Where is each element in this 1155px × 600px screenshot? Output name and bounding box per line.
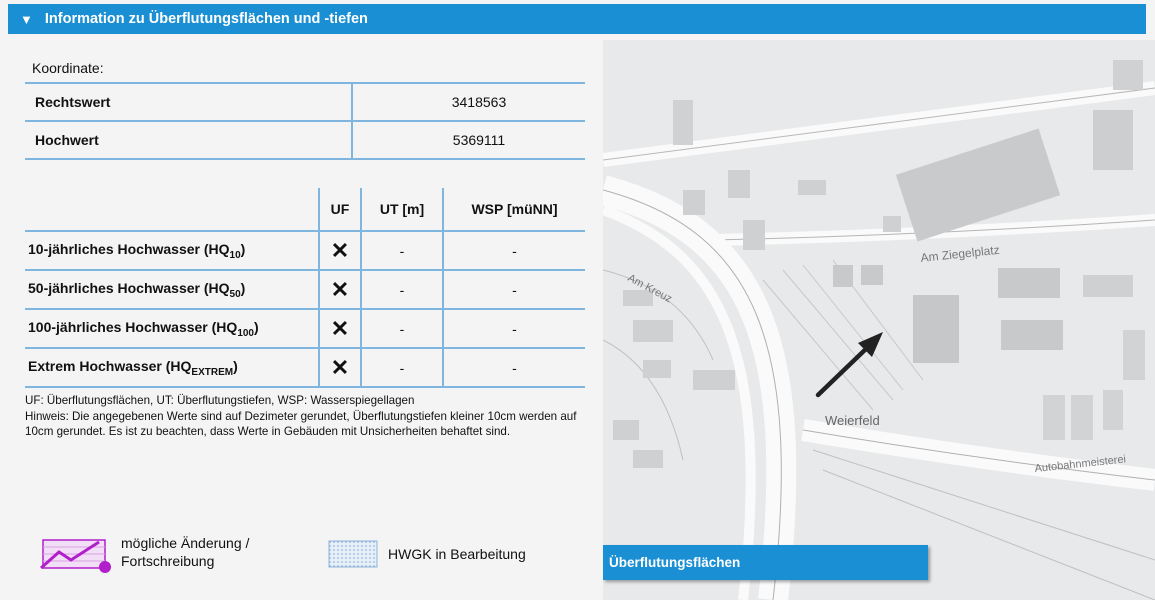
row-label-text: 100-jährliches Hochwasser (HQ [28, 318, 238, 335]
coordinate-table: Rechtswert 3418563 Hochwert 5369111 [25, 82, 585, 160]
row-label-sub: 50 [229, 288, 241, 300]
row-label-suffix: ) [240, 240, 246, 257]
map-label-weierfeld: Weierfeld [825, 413, 880, 428]
table-row: 100-jährliches Hochwasser (HQ100) ✕ - - [25, 308, 585, 348]
legend-change: mögliche Änderung / Fortschreibung [39, 530, 249, 574]
uf-cell: ✕ [318, 347, 361, 388]
header-wsp: WSP [müNN] [442, 188, 585, 231]
hwgk-legend-icon [328, 540, 378, 568]
row-label: 100-jährliches Hochwasser (HQ100) [25, 308, 319, 348]
table-row: Rechtswert 3418563 [25, 82, 585, 121]
header-uf: UF [318, 188, 361, 231]
uf-cell: ✕ [318, 308, 361, 348]
section-header[interactable]: ▼ Information zu Überflutungsflächen und… [8, 4, 1146, 34]
abbreviation-legend: UF: Überflutungsflächen, UT: Überflutung… [25, 394, 415, 407]
ut-cell: - [360, 230, 443, 270]
ut-cell: - [360, 347, 443, 388]
x-mark-icon: ✕ [330, 276, 350, 302]
row-label: Extrem Hochwasser (HQEXTREM) [25, 347, 319, 388]
row-label: 50-jährliches Hochwasser (HQ50) [25, 269, 319, 309]
row-label-sub: 10 [229, 249, 241, 261]
rounding-hint: Hinweis: Die angegebenen Werte sind auf … [25, 409, 577, 439]
rechtswert-value: 3418563 [352, 82, 585, 121]
x-mark-icon: ✕ [330, 315, 350, 341]
row-label-text: 50-jährliches Hochwasser (HQ [28, 279, 230, 296]
flood-table: UF UT [m] WSP [müNN] 10-jährliches Hochw… [25, 188, 585, 388]
hwgk-legend-label: HWGK in Bearbeitung [388, 546, 526, 562]
row-label-text: Extrem Hochwasser (HQ [28, 357, 192, 374]
uf-cell: ✕ [318, 269, 361, 309]
map-view[interactable]: Am Ziegelplatz Am Kreuz Weierfeld Autoba… [603, 40, 1155, 600]
table-header-empty [25, 188, 319, 231]
change-legend-label: mögliche Änderung / Fortschreibung [121, 534, 249, 570]
wsp-cell: - [442, 269, 585, 309]
hochwert-label: Hochwert [25, 120, 353, 160]
rechtswert-label: Rechtswert [25, 82, 353, 121]
flood-area-layer-tab[interactable]: Überflutungsflächen [603, 545, 928, 580]
table-row: 10-jährliches Hochwasser (HQ10) ✕ - - [25, 230, 585, 270]
coordinate-label: Koordinate: [32, 60, 104, 76]
x-mark-icon: ✕ [330, 354, 350, 380]
notes: UF: Überflutungsflächen, UT: Überflutung… [25, 393, 585, 440]
row-label: 10-jährliches Hochwasser (HQ10) [25, 230, 319, 270]
collapse-triangle-icon[interactable]: ▼ [20, 13, 33, 26]
row-label-suffix: ) [233, 357, 238, 374]
table-row: 50-jährliches Hochwasser (HQ50) ✕ - - [25, 269, 585, 309]
row-label-suffix: ) [254, 318, 259, 335]
change-legend-icon [40, 539, 111, 573]
table-row: Hochwert 5369111 [25, 120, 585, 160]
header-ut: UT [m] [360, 188, 443, 231]
row-label-sub: 100 [237, 327, 254, 339]
table-row: Extrem Hochwasser (HQEXTREM) ✕ - - [25, 347, 585, 388]
wsp-cell: - [442, 230, 585, 270]
ut-cell: - [360, 308, 443, 348]
wsp-cell: - [442, 308, 585, 348]
change-legend-line1: mögliche Änderung / [121, 535, 250, 551]
hochwert-value: 5369111 [352, 120, 585, 160]
row-label-text: 10-jährliches Hochwasser (HQ [28, 240, 230, 257]
ut-cell: - [360, 269, 443, 309]
row-label-sub: EXTREM [191, 366, 234, 378]
uf-cell: ✕ [318, 230, 361, 270]
change-legend-line2: Fortschreibung [121, 553, 215, 569]
legend-hwgk: HWGK in Bearbeitung [328, 540, 526, 568]
row-label-suffix: ) [240, 279, 246, 296]
info-panel: Koordinate: Rechtswert 3418563 Hochwert … [25, 36, 585, 600]
table-header-row: UF UT [m] WSP [müNN] [25, 188, 585, 231]
section-title: Information zu Überflutungsflächen und -… [44, 11, 368, 27]
wsp-cell: - [442, 347, 585, 388]
map-canvas[interactable]: Am Ziegelplatz Am Kreuz Weierfeld Autoba… [603, 40, 1155, 600]
x-mark-icon: ✕ [330, 237, 350, 263]
